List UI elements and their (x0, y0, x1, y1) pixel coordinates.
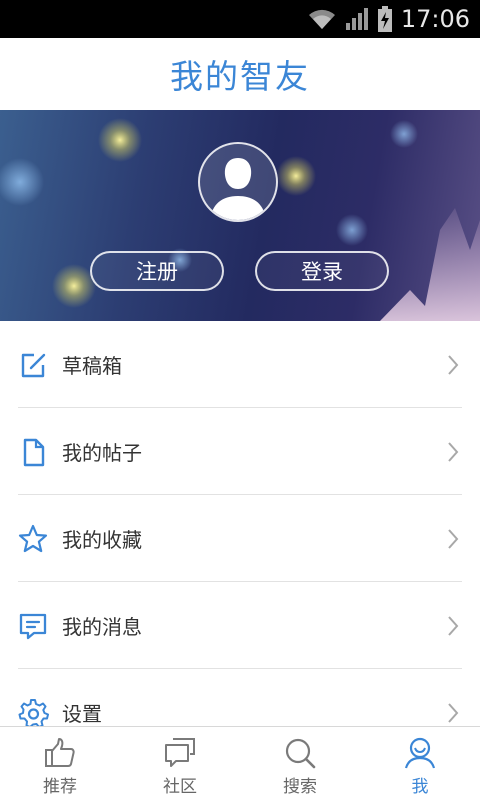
chevron-right-icon (448, 528, 459, 549)
thumbs-up-icon (45, 738, 75, 767)
status-time: 17:06 (400, 5, 470, 33)
default-user-icon (210, 158, 266, 220)
bottom-tab-bar: 推荐 社区 搜索 我 (0, 726, 480, 800)
user-icon (404, 737, 436, 769)
battery-charging-icon (377, 6, 393, 32)
chevron-right-icon (448, 702, 459, 723)
wifi-icon (307, 6, 337, 32)
menu-item-my-posts[interactable]: 我的帖子 (0, 408, 480, 495)
profile-banner: 注册 登录 (0, 110, 480, 321)
search-icon (285, 738, 316, 769)
register-button[interactable]: 注册 (90, 251, 224, 291)
menu-item-label: 草稿箱 (62, 354, 122, 378)
chevron-right-icon (448, 615, 459, 636)
tab-label: 社区 (163, 777, 197, 797)
tab-recommend[interactable]: 推荐 (0, 727, 120, 800)
status-bar: 17:06 (0, 0, 480, 38)
app-header: 我的智友 (0, 38, 480, 110)
tab-community[interactable]: 社区 (120, 727, 240, 800)
signal-icon (345, 6, 369, 32)
menu-list: 草稿箱 我的帖子 我的收藏 我的消息 设置 (0, 321, 480, 756)
message-icon (19, 613, 47, 639)
chat-bubbles-icon (165, 738, 195, 767)
document-icon (23, 438, 45, 466)
menu-item-label: 设置 (62, 702, 102, 726)
edit-icon (21, 353, 46, 377)
tab-label: 我 (411, 777, 429, 797)
menu-item-label: 我的帖子 (62, 441, 142, 465)
tab-label: 搜索 (283, 777, 317, 797)
tab-label: 推荐 (43, 777, 77, 797)
menu-item-favorites[interactable]: 我的收藏 (0, 495, 480, 582)
tab-search[interactable]: 搜索 (240, 727, 360, 800)
menu-item-label: 我的收藏 (62, 528, 142, 552)
star-icon (18, 524, 48, 552)
chevron-right-icon (448, 354, 459, 375)
menu-item-label: 我的消息 (62, 615, 142, 639)
tab-me[interactable]: 我 (360, 727, 480, 800)
page-title: 我的智友 (170, 57, 310, 96)
menu-item-drafts[interactable]: 草稿箱 (0, 321, 480, 408)
avatar[interactable] (198, 142, 278, 222)
menu-item-messages[interactable]: 我的消息 (0, 582, 480, 669)
chevron-right-icon (448, 441, 459, 462)
gear-icon (18, 698, 49, 728)
login-button[interactable]: 登录 (255, 251, 389, 291)
